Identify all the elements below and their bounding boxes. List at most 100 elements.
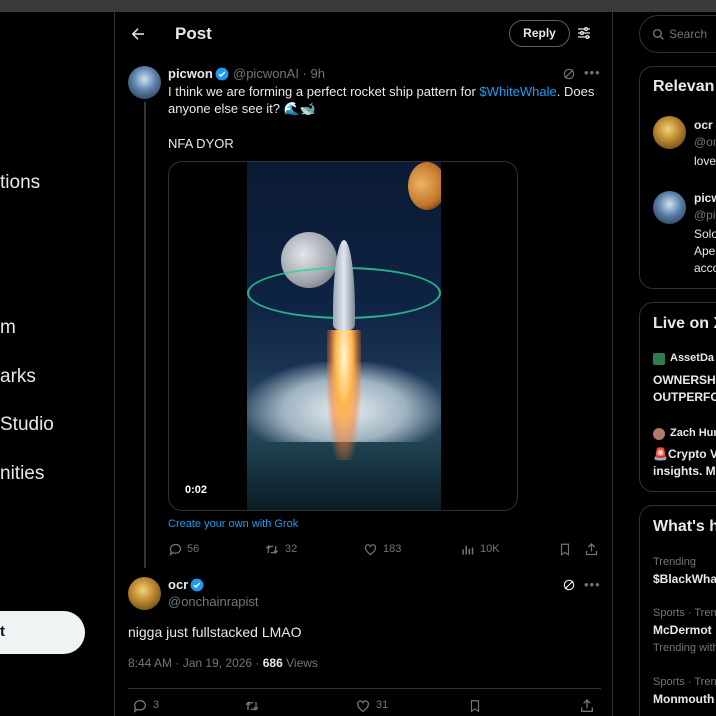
person-bio: acco	[694, 261, 716, 275]
page-title: Post	[175, 24, 212, 43]
reply-count: 3	[153, 699, 160, 711]
space-title[interactable]: OWNERSH	[653, 373, 716, 387]
left-navigation: tions m arks Studio nities t	[0, 12, 115, 716]
post-button[interactable]: t	[0, 611, 85, 654]
person-name[interactable]: ocr	[694, 118, 713, 132]
avatar	[653, 428, 665, 440]
avatar	[653, 353, 665, 365]
tweet-text: I think we are forming a perfect rocket …	[168, 83, 598, 117]
reply-text: nigga just fullstacked LMAO	[128, 624, 302, 640]
views-chart-icon	[462, 545, 474, 555]
trend-meta: Sports · Tren	[653, 676, 716, 688]
person-name[interactable]: picw	[694, 191, 716, 205]
nav-item-label: arks	[0, 366, 36, 387]
nav-item-notifications[interactable]: tions	[0, 172, 40, 194]
grok-icon[interactable]	[562, 578, 576, 592]
tweet-author-name[interactable]: picwon	[168, 66, 213, 81]
tweet-text-line-2: NFA DYOR	[168, 136, 234, 151]
share-icon[interactable]	[579, 698, 595, 714]
rocket-flame	[327, 330, 361, 460]
cashtag-link[interactable]: $WhiteWhale	[479, 84, 556, 99]
reply-icon	[133, 700, 146, 713]
tweet-text-part: I think we are forming a perfect rocket …	[168, 84, 480, 99]
space-host[interactable]: Zach Hun	[670, 427, 716, 439]
person-handle: @onc	[694, 135, 716, 149]
bookmark-icon[interactable]	[468, 698, 482, 714]
repost-icon	[265, 544, 279, 555]
relevant-people-panel: Relevan ocr @onc love picw @pic Solo Ape…	[639, 66, 716, 289]
like-count: 31	[376, 699, 389, 711]
reply-author-name[interactable]: ocr	[168, 577, 188, 592]
nav-item-creator-studio[interactable]: Studio	[0, 414, 54, 436]
reply-views-count: 686	[262, 656, 283, 670]
trend-topic[interactable]: $BlackWha	[653, 572, 716, 586]
trend-meta: Sports · Tren	[653, 607, 716, 619]
views-count: 10K	[480, 543, 500, 555]
person-bio: love	[694, 154, 716, 168]
nav-item-communities[interactable]: nities	[0, 463, 44, 485]
trend-topic[interactable]: Monmouth	[653, 692, 714, 706]
avatar[interactable]	[653, 191, 686, 224]
person-handle: @pic	[694, 208, 716, 222]
heart-icon	[364, 544, 377, 556]
nav-item-label: tions	[0, 172, 41, 193]
reply-button[interactable]: Reply	[509, 20, 570, 47]
person-bio: Ape	[694, 244, 716, 258]
reply-views-label: Views	[282, 656, 318, 670]
more-options-icon[interactable]: •••	[584, 577, 601, 592]
reply-icon	[169, 543, 182, 556]
nav-item-label: m	[0, 317, 16, 338]
grok-icon[interactable]	[562, 67, 576, 81]
sliders-icon[interactable]	[576, 25, 592, 41]
whats-happening-panel: What's h Trending $BlackWha Sports · Tre…	[639, 505, 716, 716]
trend-meta: Trending	[653, 556, 697, 568]
trend-topic[interactable]: McDermot	[653, 623, 712, 637]
tweet-author-handle-time[interactable]: @picwonAI · 9h	[233, 66, 325, 81]
reply-timestamp[interactable]: 8:44 AM · Jan 19, 2026 ·	[128, 656, 263, 670]
verified-badge-icon	[215, 67, 229, 81]
post-button-label: t	[0, 623, 5, 640]
reply-count: 56	[187, 543, 200, 555]
video-timestamp: 0:02	[185, 484, 208, 496]
space-title[interactable]: 🚨Crypto V	[653, 447, 716, 461]
search-input[interactable]: Search	[639, 15, 716, 53]
panel-title: What's h	[653, 518, 716, 535]
right-sidebar: Search Relevan ocr @onc love picw @pic S…	[624, 12, 716, 716]
repost-count: 32	[285, 543, 298, 555]
browser-top-bar	[0, 0, 716, 12]
avatar[interactable]	[128, 577, 161, 610]
more-options-icon[interactable]: •••	[584, 65, 601, 80]
search-icon	[652, 28, 664, 40]
video-player[interactable]: 0:02	[168, 161, 518, 511]
share-icon[interactable]	[584, 542, 599, 557]
avatar[interactable]	[128, 66, 161, 99]
space-title[interactable]: insights. M	[653, 464, 716, 478]
reply-timestamp-views: 8:44 AM · Jan 19, 2026 · 686 Views	[128, 656, 318, 670]
nav-item-label: Studio	[0, 414, 54, 435]
space-title-text: Crypto V	[667, 447, 716, 461]
reply-author-handle[interactable]: @onchainrapist	[168, 594, 259, 609]
space-host[interactable]: AssetDa	[670, 352, 714, 364]
panel-title: Live on X	[653, 315, 716, 332]
nav-item-bookmarks[interactable]: arks	[0, 366, 36, 388]
planet-image	[408, 162, 441, 210]
like-count: 183	[383, 543, 402, 555]
heart-icon	[357, 700, 369, 713]
trend-sub: Trending with	[653, 642, 716, 654]
search-placeholder: Search	[669, 27, 708, 41]
create-with-grok-link[interactable]: Create your own with Grok	[168, 518, 298, 530]
space-title[interactable]: OUTPERFO	[653, 390, 716, 404]
siren-icon: 🚨	[653, 447, 668, 461]
bookmark-icon[interactable]	[558, 542, 572, 557]
nav-item-premium[interactable]: m	[0, 317, 16, 339]
thread-line	[144, 102, 146, 568]
repost-icon[interactable]	[243, 698, 261, 714]
post-header: Post Reply	[115, 12, 612, 58]
back-arrow-icon[interactable]	[129, 25, 147, 43]
video-thumbnail-rocket	[247, 162, 441, 510]
live-on-x-panel: Live on X AssetDa OWNERSH OUTPERFO Zach …	[639, 302, 716, 492]
main-column: Post Reply picwon @picwonAI · 9h ••• I t…	[115, 12, 613, 716]
divider	[128, 688, 601, 689]
verified-badge-icon	[190, 578, 204, 592]
avatar[interactable]	[653, 116, 686, 149]
